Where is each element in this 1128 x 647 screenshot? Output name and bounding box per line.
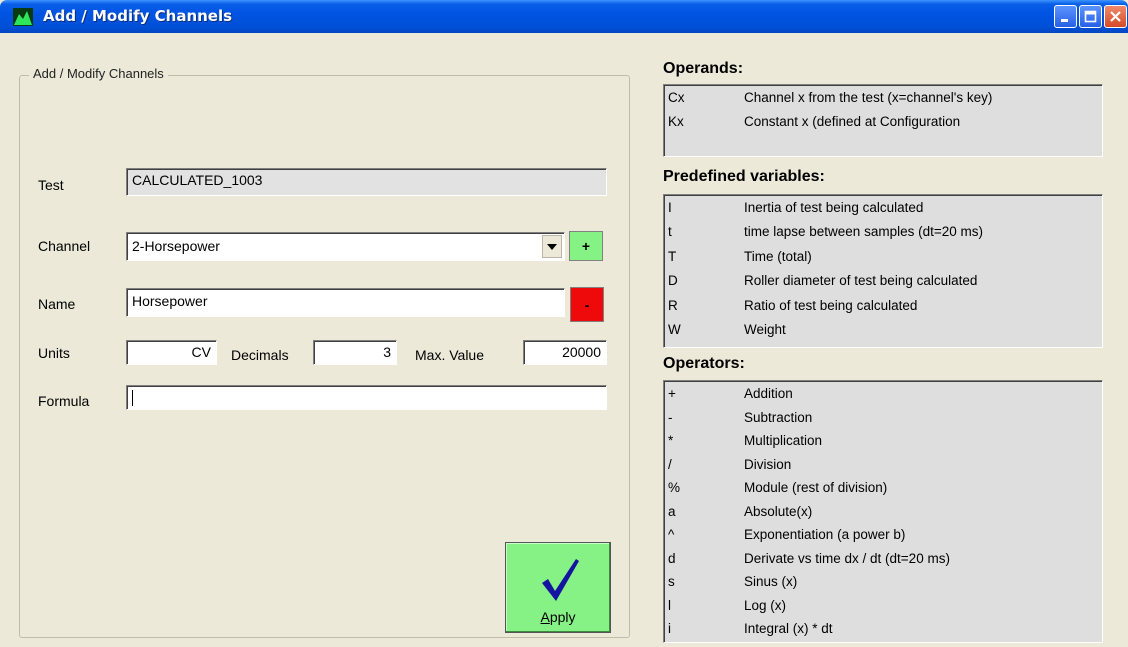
channel-select[interactable]: 2-Horsepower: [126, 232, 565, 261]
operator-code: /: [668, 456, 672, 472]
name-label: Name: [38, 296, 76, 312]
operator-row: a Absolute(x): [664, 504, 1102, 528]
operand-desc: Channel x from the test (x=channel's key…: [744, 90, 993, 105]
variable-code: t: [668, 224, 672, 240]
operator-desc: Division: [744, 456, 792, 472]
operator-row: * Multiplication: [664, 433, 1102, 457]
variables-title: Predefined variables:: [663, 168, 825, 185]
operator-desc: Module (rest of division): [744, 480, 888, 495]
operator-row: s Sinus (x): [664, 574, 1102, 598]
operand-desc: Constant x (defined at Configuration: [744, 114, 961, 129]
app-chart-icon: [13, 8, 33, 26]
variable-desc: Inertia of test being calculated: [744, 200, 924, 215]
max-value-label: Max. Value: [415, 347, 484, 363]
operator-code: %: [668, 480, 681, 495]
minimize-button[interactable]: [1054, 5, 1077, 28]
operator-row: l Log (x): [664, 598, 1102, 622]
operator-row: ^ Exponentiation (a power b): [664, 527, 1102, 551]
variable-desc: Weight: [744, 321, 786, 337]
variable-code: D: [668, 273, 678, 289]
test-field: CALCULATED_1003: [126, 168, 607, 196]
variable-code: R: [668, 297, 678, 313]
operators-list: + Addition - Subtraction * Multiplication /…: [663, 380, 1103, 643]
variable-row: T Time (total): [664, 249, 1102, 273]
operator-row: / Division: [664, 457, 1102, 481]
variable-desc: time lapse between samples (dt=20 ms): [744, 224, 983, 240]
variable-code: W: [668, 321, 681, 337]
operator-row: % Module (rest of division): [664, 480, 1102, 504]
variable-code: I: [668, 200, 672, 215]
operator-row: i Integral (x) * dt: [664, 621, 1102, 645]
name-field[interactable]: Horsepower: [126, 288, 565, 317]
operator-desc: Multiplication: [744, 433, 823, 448]
operator-desc: Derivate vs time dx / dt (dt=20 ms): [744, 550, 950, 566]
variable-row: W Weight: [664, 322, 1102, 346]
operator-desc: Exponentiation (a power b): [744, 527, 906, 542]
checkmark-icon: [542, 559, 579, 601]
units-field[interactable]: CV: [126, 340, 217, 365]
operator-row: + Addition: [664, 386, 1102, 410]
formula-label: Formula: [38, 393, 90, 409]
variable-code: T: [668, 248, 677, 264]
operator-code: +: [668, 386, 676, 401]
groupbox-title: Add / Modify Channels: [29, 66, 168, 81]
variable-desc: Roller diameter of test being calculated: [744, 273, 978, 289]
channel-label: Channel: [38, 238, 91, 254]
test-label: Test: [38, 177, 64, 193]
max-value-field[interactable]: 20000: [523, 340, 607, 365]
maximize-button[interactable]: [1079, 5, 1102, 28]
units-label: Units: [38, 345, 70, 361]
operator-code: -: [668, 409, 673, 425]
add-channel-button[interactable]: +: [569, 231, 603, 261]
operator-desc: Absolute(x): [744, 503, 813, 519]
minimize-icon: [1061, 19, 1068, 22]
apply-button[interactable]: Apply: [505, 542, 611, 633]
decimals-label: Decimals: [231, 347, 289, 363]
operator-code: *: [668, 433, 674, 448]
variable-row: D Roller diameter of test being calculate…: [664, 273, 1102, 297]
apply-label: Apply: [506, 609, 610, 625]
apply-label-text: Apply: [540, 609, 576, 625]
variables-list: I Inertia of test being calculated t time …: [663, 194, 1103, 348]
apply-mnemonic: A: [540, 609, 550, 625]
operator-code: ^: [668, 527, 675, 542]
close-button[interactable]: [1104, 5, 1127, 28]
operator-desc: Integral (x) * dt: [744, 621, 833, 636]
window-title: Add / Modify Channels: [43, 7, 233, 25]
add-modify-channels-window: Add / Modify Channels Add / Modify Chann…: [0, 0, 1128, 647]
chevron-down-icon: [547, 243, 557, 250]
variable-row: I Inertia of test being calculated: [664, 200, 1102, 224]
channel-dropdown-button[interactable]: [542, 235, 562, 258]
operator-code: i: [668, 621, 671, 636]
operand-code: Cx: [668, 90, 685, 105]
title-bar[interactable]: Add / Modify Channels: [0, 0, 1128, 33]
operator-desc: Log (x): [744, 597, 787, 613]
variable-row: R Ratio of test being calculated: [664, 298, 1102, 322]
operator-row: d Derivate vs time dx / dt (dt=20 ms): [664, 551, 1102, 575]
decimals-field[interactable]: 3: [313, 340, 397, 365]
text-cursor: [132, 390, 133, 407]
formula-field[interactable]: [126, 385, 607, 410]
operator-desc: Subtraction: [744, 409, 813, 425]
operands-list: Cx Channel x from the test (x=channel's k…: [663, 84, 1103, 157]
operator-code: s: [668, 574, 675, 589]
operand-row: Cx Channel x from the test (x=channel's k…: [664, 90, 1102, 114]
delete-channel-button[interactable]: -: [570, 287, 604, 322]
close-icon: [1110, 11, 1121, 22]
operator-desc: Addition: [744, 386, 793, 401]
maximize-icon: [1084, 10, 1097, 23]
operands-title: Operands:: [663, 60, 744, 77]
operator-code: l: [668, 597, 671, 613]
variable-row: t time lapse between samples (dt=20 ms): [664, 224, 1102, 248]
variable-desc: Time (total): [744, 248, 812, 264]
operator-code: a: [668, 503, 676, 519]
operator-row: - Subtraction: [664, 410, 1102, 434]
operand-row: Kx Constant x (defined at Configuration: [664, 114, 1102, 138]
operator-desc: Sinus (x): [744, 574, 798, 589]
variable-desc: Ratio of test being calculated: [744, 297, 918, 313]
operators-title: Operators:: [663, 355, 745, 372]
operand-code: Kx: [668, 114, 684, 129]
operator-code: d: [668, 550, 676, 566]
